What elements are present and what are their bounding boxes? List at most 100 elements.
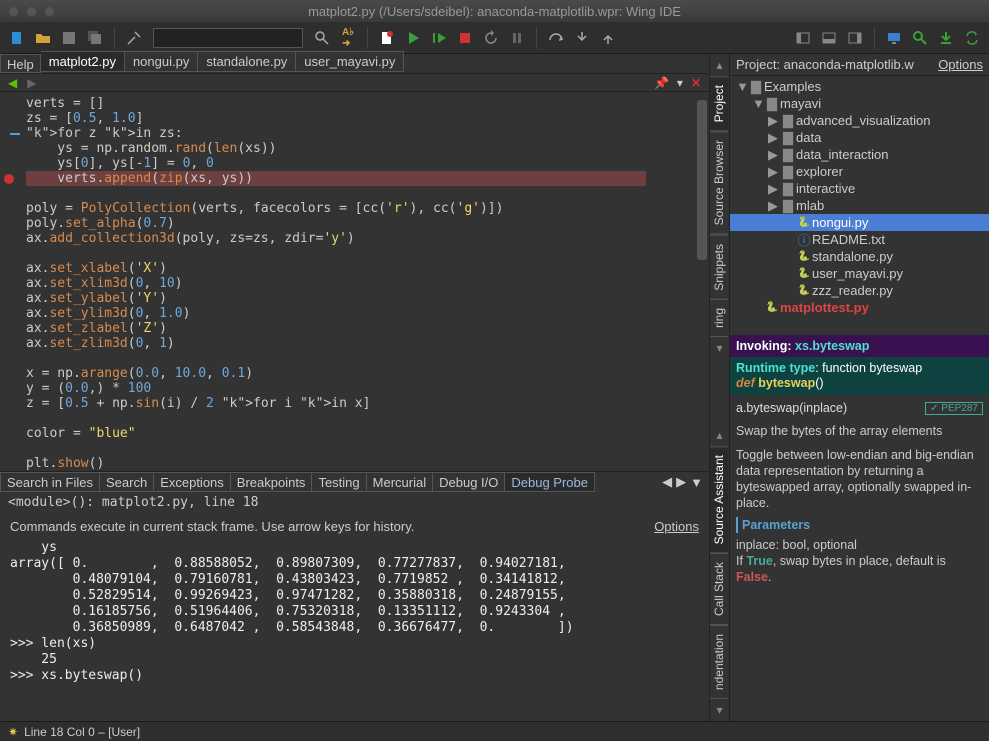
tree-item[interactable]: 🐍matplottest.py — [730, 299, 989, 316]
panel-btn-1[interactable] — [792, 27, 814, 49]
assist-desc-2: Toggle between low-endian and big-endian… — [736, 447, 983, 511]
side-tab[interactable]: Source Assistant — [710, 446, 728, 553]
step-over-button[interactable] — [545, 27, 567, 49]
side-chevron-mid[interactable]: ▾ — [710, 337, 729, 359]
assist-param-heading: Parameters — [736, 517, 983, 533]
bottom-tab[interactable]: Mercurial — [367, 472, 433, 492]
file-tab[interactable]: nongui.py — [125, 51, 198, 72]
bottom-tab-right[interactable]: ▶ — [676, 474, 686, 490]
tree-item[interactable]: 🐍nongui.py — [730, 214, 989, 231]
breakpoint-icon[interactable] — [4, 174, 14, 184]
editor-menu-icon[interactable]: ▾ — [677, 76, 683, 90]
tree-twisty[interactable]: ▶ — [768, 130, 780, 146]
file-tab[interactable]: matplot2.py — [41, 51, 125, 72]
tree-label: nongui.py — [812, 215, 868, 230]
monitor-button[interactable] — [883, 27, 905, 49]
close-tab-button[interactable]: ✕ — [691, 76, 701, 90]
stop-button[interactable] — [454, 27, 476, 49]
tree-item[interactable]: 🐍user_mayavi.py — [730, 265, 989, 282]
editor-scrollbar[interactable] — [695, 92, 709, 471]
fold-dash-icon[interactable] — [10, 133, 20, 135]
search-button[interactable] — [311, 27, 333, 49]
debug-continue-button[interactable] — [428, 27, 450, 49]
tree-item[interactable]: ▶▇data_interaction — [730, 146, 989, 163]
file-tab[interactable]: user_mayavi.py — [296, 51, 404, 72]
status-bar: ✷ Line 18 Col 0 – [User] — [0, 721, 989, 741]
editor[interactable]: verts = []zs = [0.5, 1.0]"k">for z "k">i… — [0, 92, 709, 471]
help-menu[interactable]: Help — [0, 54, 41, 73]
new-file-button[interactable] — [6, 27, 28, 49]
bottom-tab[interactable]: Exceptions — [154, 472, 231, 492]
tree-item[interactable]: ⓘREADME.txt — [730, 231, 989, 248]
tree-item[interactable]: ▶▇interactive — [730, 180, 989, 197]
step-into-button[interactable] — [571, 27, 593, 49]
tree-item[interactable]: ▶▇advanced_visualization — [730, 112, 989, 129]
zoom-window-icon[interactable] — [44, 6, 55, 17]
bottom-tab[interactable]: Debug Probe — [505, 472, 595, 492]
assist-signature: a.byteswap(inplace) — [736, 401, 847, 415]
download-button[interactable] — [935, 27, 957, 49]
bottom-tab-menu[interactable]: ▼ — [690, 475, 703, 490]
nav-back-button[interactable]: ◀ — [8, 76, 17, 90]
tree-twisty[interactable]: ▼ — [752, 96, 764, 111]
bottom-tab[interactable]: Breakpoints — [231, 472, 313, 492]
editor-gutter[interactable] — [0, 92, 22, 471]
tree-twisty[interactable]: ▶ — [768, 147, 780, 163]
side-tab[interactable]: Call Stack — [710, 553, 728, 625]
tree-item[interactable]: ▶▇data — [730, 129, 989, 146]
new-doc-button[interactable] — [376, 27, 398, 49]
side-tab[interactable]: ndentation — [710, 625, 728, 699]
tree-twisty[interactable]: ▶ — [768, 164, 780, 180]
pause-button[interactable] — [506, 27, 528, 49]
tree-twisty[interactable]: ▶ — [768, 198, 780, 214]
tree-item[interactable]: 🐍zzz_reader.py — [730, 282, 989, 299]
close-window-icon[interactable] — [8, 6, 19, 17]
code-area[interactable]: verts = []zs = [0.5, 1.0]"k">for z "k">i… — [22, 92, 695, 471]
run-button[interactable] — [402, 27, 424, 49]
tree-item[interactable]: 🐍standalone.py — [730, 248, 989, 265]
step-out-button[interactable] — [597, 27, 619, 49]
side-tab[interactable]: Project — [710, 76, 728, 131]
bottom-tab[interactable]: Debug I/O — [433, 472, 505, 492]
side-tab[interactable]: ring — [710, 299, 728, 337]
panel-btn-3[interactable] — [844, 27, 866, 49]
side-chevron-down[interactable]: ▾ — [710, 699, 729, 721]
minimize-window-icon[interactable] — [26, 6, 37, 17]
restart-button[interactable] — [480, 27, 502, 49]
toolbar-search-input[interactable] — [153, 28, 303, 48]
pin-icon[interactable]: 📌 — [654, 76, 669, 90]
side-chevron-up[interactable]: ▴ — [710, 54, 729, 76]
project-tree[interactable]: ▼▇Examples▼▇mayavi▶▇advanced_visualizati… — [730, 76, 989, 331]
tree-label: Examples — [764, 79, 821, 94]
side-tab[interactable]: Snippets — [710, 235, 728, 300]
panel-btn-2[interactable] — [818, 27, 840, 49]
replace-button[interactable]: A♭➜ — [337, 27, 359, 49]
save-button[interactable] — [58, 27, 80, 49]
tree-item[interactable]: ▶▇mlab — [730, 197, 989, 214]
project-options-link[interactable]: Options — [938, 57, 983, 72]
tree-twisty[interactable]: ▶ — [768, 181, 780, 197]
tree-item[interactable]: ▼▇mayavi — [730, 95, 989, 112]
find-button[interactable] — [909, 27, 931, 49]
tree-item[interactable]: ▶▇explorer — [730, 163, 989, 180]
tree-twisty[interactable]: ▶ — [768, 113, 780, 129]
open-file-button[interactable] — [32, 27, 54, 49]
file-tab[interactable]: standalone.py — [198, 51, 296, 72]
probe-location[interactable]: <module>(): matplot2.py, line 18 — [0, 492, 709, 513]
bottom-tab[interactable]: Search — [100, 472, 154, 492]
probe-options-link[interactable]: Options — [654, 519, 699, 534]
sync-button[interactable] — [961, 27, 983, 49]
probe-output[interactable]: ys array([ 0. , 0.88588052, 0.89807309, … — [0, 536, 709, 721]
side-tab[interactable]: Source Browser — [710, 131, 728, 234]
window-controls[interactable] — [8, 6, 55, 17]
save-all-button[interactable] — [84, 27, 106, 49]
bottom-tab[interactable]: Search in Files — [0, 472, 100, 492]
tree-twisty[interactable]: ▼ — [736, 79, 748, 94]
bottom-tab[interactable]: Testing — [312, 472, 366, 492]
side-chevron-up2[interactable]: ▴ — [710, 424, 729, 446]
bulb-icon[interactable]: ✷ — [8, 725, 18, 739]
tree-label: explorer — [796, 164, 843, 179]
bottom-tab-left[interactable]: ◀ — [662, 474, 672, 490]
tree-item[interactable]: ▼▇Examples — [730, 78, 989, 95]
goto-button[interactable] — [123, 27, 145, 49]
